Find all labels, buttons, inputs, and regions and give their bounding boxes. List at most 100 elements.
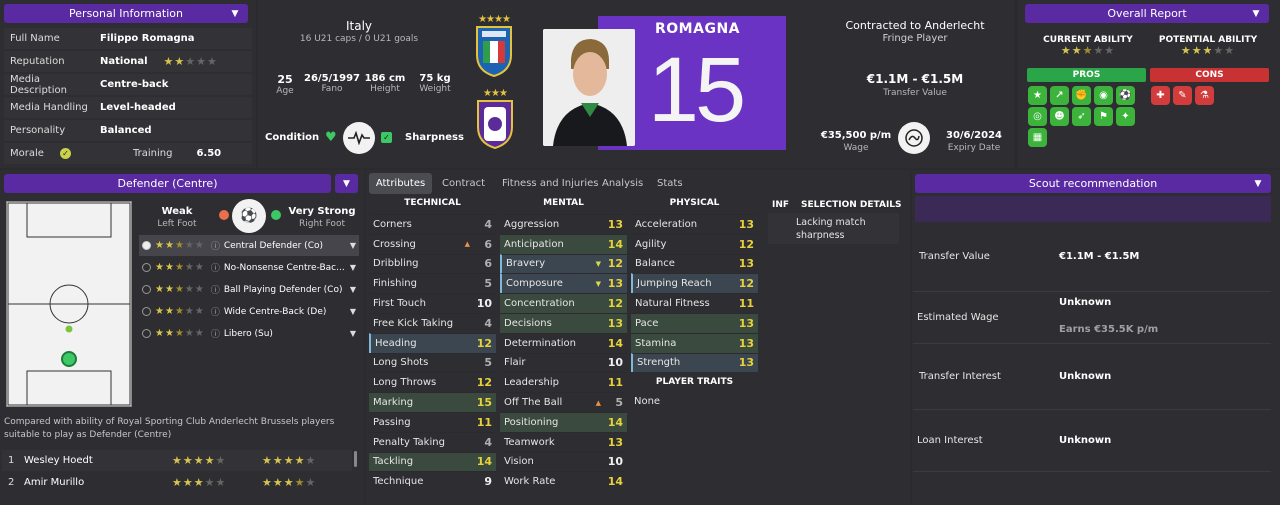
row-value: Centre-back: [100, 79, 169, 90]
attribute-row[interactable]: Heading 12: [369, 332, 496, 353]
pro-trend-icon[interactable]: ↗: [1050, 86, 1069, 105]
attribute-row[interactable]: Stamina 13: [631, 332, 758, 353]
attribute-row[interactable]: Determination 14: [500, 332, 627, 353]
attribute-row[interactable]: Long Shots 5: [369, 352, 496, 373]
info-icon[interactable]: ⓘ: [211, 239, 220, 252]
compare-rank: 1: [8, 455, 15, 466]
pro-target-icon[interactable]: ◎: [1028, 107, 1047, 126]
pro-shield-icon[interactable]: ✦: [1116, 107, 1135, 126]
radio-icon[interactable]: [142, 329, 151, 338]
position-header[interactable]: Defender (Centre): [4, 174, 331, 193]
attribute-row[interactable]: Dribbling 6: [369, 253, 496, 274]
attribute-label: Finishing: [373, 278, 417, 290]
radio-icon[interactable]: [142, 307, 151, 316]
role-row[interactable]: ★★★★★ ⓘ No-Nonsense Centre-Bac... ▼: [139, 257, 359, 278]
chevron-down-icon[interactable]: ▼: [226, 5, 244, 23]
attribute-value: 4: [484, 217, 492, 231]
chevron-down-icon[interactable]: ▼: [350, 285, 356, 294]
report-header[interactable]: Overall Report ▼: [1025, 4, 1269, 23]
attribute-row[interactable]: Natural Fitness 11: [631, 293, 758, 313]
role-row[interactable]: ★★★★★ ⓘ Libero (Su) ▼: [139, 323, 359, 344]
info-icon[interactable]: ⓘ: [211, 283, 220, 296]
info-icon[interactable]: ⓘ: [211, 305, 220, 318]
attribute-row[interactable]: Work Rate 14: [500, 471, 627, 491]
chevron-down-icon[interactable]: ▼: [1247, 5, 1265, 23]
attribute-row[interactable]: Bravery ▼ 12: [500, 253, 627, 274]
attribute-row[interactable]: Teamwork 13: [500, 431, 627, 452]
pro-brain-icon[interactable]: ◉: [1094, 86, 1113, 105]
attribute-row[interactable]: Flair 10: [500, 352, 627, 373]
tab-fitness[interactable]: Fitness and Injuries: [502, 173, 598, 194]
attribute-row[interactable]: Concentration 12: [500, 293, 627, 313]
info-icon[interactable]: ⓘ: [211, 261, 220, 274]
role-row[interactable]: ★★★★★ ⓘ Central Defender (Co) ▼: [139, 235, 359, 256]
attribute-row[interactable]: Crossing ▲ 6: [369, 233, 496, 254]
attribute-row[interactable]: Long Throws 12: [369, 372, 496, 392]
compare-row[interactable]: 1 Wesley Hoedt ★★★★★ ★★★★★: [2, 450, 352, 471]
info-icon[interactable]: ⓘ: [211, 327, 220, 340]
attribute-row[interactable]: Acceleration 13: [631, 214, 758, 234]
tab-contract[interactable]: Contract: [442, 173, 485, 194]
pro-pitch-icon[interactable]: ▦: [1028, 128, 1047, 147]
attribute-row[interactable]: Composure ▼ 13: [500, 273, 627, 294]
attribute-row[interactable]: Finishing 5: [369, 273, 496, 293]
attribute-row[interactable]: Vision 10: [500, 451, 627, 472]
con-flask-icon[interactable]: ⚗: [1195, 86, 1214, 105]
attribute-row[interactable]: Leadership 11: [500, 372, 627, 392]
contract-wage-label: Wage: [843, 143, 869, 153]
attribute-row[interactable]: Anticipation 14: [500, 233, 627, 254]
chevron-down-icon[interactable]: ▼: [1249, 175, 1267, 193]
training-label: Training: [133, 148, 173, 159]
pro-ball-icon[interactable]: ⚽: [1116, 86, 1135, 105]
attribute-row[interactable]: Technique 9: [369, 471, 496, 491]
role-row[interactable]: ★★★★★ ⓘ Ball Playing Defender (Co) ▼: [139, 279, 359, 300]
compare-row[interactable]: 2 Amir Murillo ★★★★★ ★★★★★: [2, 472, 352, 493]
chevron-down-icon[interactable]: ▼: [350, 263, 356, 272]
pro-strength-icon[interactable]: ✊: [1072, 86, 1091, 105]
pro-tackle-icon[interactable]: ⚑: [1094, 107, 1113, 126]
contract-expiry: 30/6/2024: [945, 130, 1002, 141]
attribute-label: Free Kick Taking: [373, 317, 454, 329]
attribute-row[interactable]: Balance 13: [631, 253, 758, 274]
personal-header[interactable]: Personal Information ▼: [4, 4, 248, 23]
attribute-row[interactable]: Marking 15: [369, 392, 496, 412]
attribute-row[interactable]: Decisions 13: [500, 313, 627, 333]
scout-label: Estimated Wage: [917, 312, 999, 323]
scrollbar[interactable]: [354, 451, 357, 467]
attribute-row[interactable]: Agility 12: [631, 233, 758, 254]
con-tools-icon[interactable]: ✎: [1173, 86, 1192, 105]
bio-label: Age: [276, 86, 294, 96]
pro-star-icon[interactable]: ★: [1028, 86, 1047, 105]
attribute-value: 11: [476, 415, 492, 429]
attribute-row[interactable]: Penalty Taking 4: [369, 431, 496, 452]
attribute-row[interactable]: First Touch 10: [369, 293, 496, 313]
chevron-down-icon[interactable]: ▼: [335, 174, 358, 193]
attribute-row[interactable]: Off The Ball ▲ 5: [500, 392, 627, 412]
chevron-down-icon[interactable]: ▼: [350, 329, 356, 338]
attribute-row[interactable]: Jumping Reach 12: [631, 273, 758, 294]
pro-head-icon[interactable]: ☻: [1050, 107, 1069, 126]
radio-icon[interactable]: [142, 285, 151, 294]
attribute-row[interactable]: Pace 13: [631, 313, 758, 333]
attribute-row[interactable]: Aggression 13: [500, 214, 627, 234]
chevron-down-icon[interactable]: ▼: [350, 241, 356, 250]
radio-icon[interactable]: [142, 263, 151, 272]
attribute-label: First Touch: [373, 298, 426, 310]
attribute-row[interactable]: Positioning 14: [500, 412, 627, 432]
con-medical-icon[interactable]: ✚: [1151, 86, 1170, 105]
tab-attributes[interactable]: Attributes: [369, 173, 432, 194]
scout-header[interactable]: Scout recommendation ▼: [915, 174, 1271, 193]
chevron-down-icon[interactable]: ▼: [350, 307, 356, 316]
attribute-row[interactable]: Tackling 14: [369, 451, 496, 472]
attribute-row[interactable]: Passing 11: [369, 412, 496, 432]
attribute-row[interactable]: Free Kick Taking 4: [369, 313, 496, 333]
scout-value: Unknown: [1059, 435, 1112, 446]
attribute-row[interactable]: Corners 4: [369, 214, 496, 234]
role-row[interactable]: ★★★★★ ⓘ Wide Centre-Back (De) ▼: [139, 301, 359, 322]
tab-stats[interactable]: Stats: [657, 173, 683, 194]
attribute-row[interactable]: Strength 13: [631, 352, 758, 373]
pro-boot-icon[interactable]: ➶: [1072, 107, 1091, 126]
radio-selected-icon[interactable]: [142, 241, 151, 250]
tab-analysis[interactable]: Analysis: [602, 173, 643, 194]
attribute-value: 14: [607, 237, 623, 251]
